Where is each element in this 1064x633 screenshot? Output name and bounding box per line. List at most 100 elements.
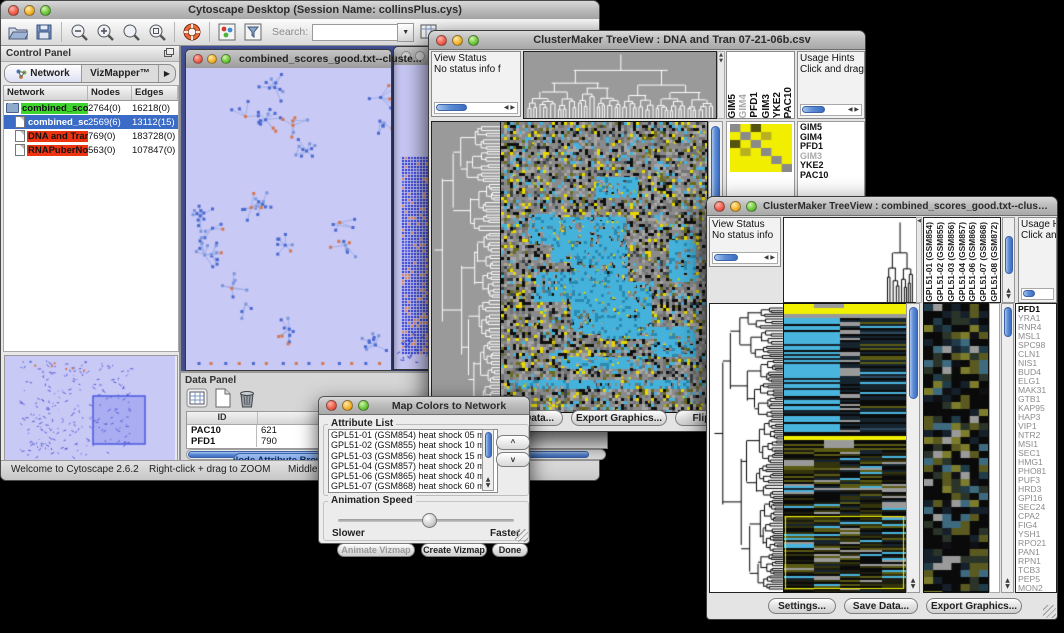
close-button[interactable] bbox=[326, 400, 337, 411]
overview-canvas[interactable] bbox=[5, 356, 175, 464]
tv2-titlebar[interactable]: ClusterMaker TreeView : combined_scores_… bbox=[707, 197, 1057, 216]
done-button[interactable]: Done bbox=[492, 543, 528, 557]
attribute-list-item[interactable]: GPL51-04 (GSM857) heat shock 20 min bbox=[329, 461, 497, 471]
network-row[interactable]: DNA and Tran 07769(0)183728(0) bbox=[4, 129, 178, 143]
help-lifering-icon[interactable] bbox=[180, 21, 204, 43]
network-canvas-1[interactable] bbox=[186, 68, 391, 370]
tv2-save-data-button[interactable]: Save Data... bbox=[844, 598, 918, 614]
tv1-summary-heatmap[interactable] bbox=[730, 124, 792, 172]
scrollbar-thumb[interactable] bbox=[436, 104, 467, 111]
tv2-export-graphics-button[interactable]: Export Graphics... bbox=[926, 598, 1022, 614]
resize-grip[interactable] bbox=[1043, 605, 1056, 618]
tv2-row-dendrogram[interactable] bbox=[709, 303, 785, 593]
tab-overflow-arrow[interactable]: ▶ bbox=[159, 65, 175, 82]
scrollbar-thumb[interactable] bbox=[802, 106, 825, 113]
scrollbar-arrows-icon[interactable]: ▲▼ bbox=[483, 477, 493, 489]
scrollbar-arrows-icon[interactable]: ▲▼ bbox=[1002, 578, 1013, 590]
tv2-heatmap-vscrollbar[interactable]: ▲▼ bbox=[906, 303, 920, 593]
minimize-button[interactable] bbox=[207, 54, 217, 64]
scrollbar-thumb[interactable] bbox=[485, 432, 492, 458]
attribute-list[interactable]: GPL51-01 (GSM854) heat shock 05 minGPL51… bbox=[328, 429, 498, 493]
open-session-icon[interactable] bbox=[6, 21, 30, 43]
network-row[interactable]: RNAPuberNov2+563(0)107847(0) bbox=[4, 143, 178, 157]
close-button[interactable] bbox=[193, 54, 203, 64]
scrollbar-arrows-icon[interactable]: ▲▼ bbox=[907, 578, 919, 590]
search-input[interactable] bbox=[312, 24, 397, 41]
tab-network[interactable]: Network bbox=[5, 65, 82, 82]
minimize-button[interactable] bbox=[342, 400, 353, 411]
select-attributes-icon[interactable] bbox=[186, 388, 208, 413]
col-network[interactable]: Network bbox=[4, 86, 88, 100]
col-id[interactable]: ID bbox=[187, 412, 258, 424]
col-edges[interactable]: Edges bbox=[132, 86, 178, 100]
filter-icon[interactable] bbox=[241, 21, 265, 43]
slider-thumb[interactable] bbox=[422, 513, 437, 528]
float-panel-icon[interactable] bbox=[164, 48, 174, 60]
attribute-list-item[interactable]: GPL51-06 (GSM865) heat shock 40 min bbox=[329, 471, 497, 481]
tv1-splitter[interactable]: ▲▼ bbox=[717, 51, 725, 119]
tv1-export-graphics-button[interactable]: Export Graphics... bbox=[571, 410, 667, 426]
tv2-settings-button[interactable]: Settings... bbox=[768, 598, 836, 614]
tv1-row-dendrogram[interactable] bbox=[431, 121, 501, 413]
tv2-genes-vscrollbar[interactable]: ▲▼ bbox=[1001, 303, 1014, 593]
delete-attribute-icon[interactable] bbox=[238, 388, 256, 413]
attribute-list-item[interactable]: GPL51-01 (GSM854) heat shock 05 min bbox=[329, 430, 497, 440]
tv2-column-dendrogram[interactable] bbox=[783, 217, 917, 303]
tv1-column-dendrogram[interactable] bbox=[523, 51, 717, 119]
network-view-window-1[interactable]: combined_scores_good.txt--cluste... bbox=[185, 49, 392, 371]
move-down-button[interactable]: v bbox=[496, 452, 530, 467]
view-status-scrollbar[interactable]: ◀ ▶ bbox=[712, 252, 778, 264]
create-vizmap-button[interactable]: Create Vizmap bbox=[421, 543, 487, 557]
scrollbar-thumb[interactable] bbox=[1005, 236, 1013, 274]
main-titlebar[interactable]: Cytoscape Desktop (Session Name: collins… bbox=[1, 1, 599, 20]
tv2-collabels-vscrollbar[interactable]: ▲▼ bbox=[1002, 217, 1015, 303]
view-status-scrollbar[interactable]: ◀ ▶ bbox=[434, 102, 518, 114]
zoom-out-icon[interactable] bbox=[67, 21, 91, 43]
scrollbar-arrows-icon[interactable]: ◀ ▶ bbox=[764, 255, 775, 261]
new-attribute-icon[interactable] bbox=[214, 388, 232, 413]
tv2-summary-heatmap[interactable] bbox=[923, 303, 989, 593]
network-row[interactable]: combined_scores2764(0)16218(0) bbox=[4, 101, 178, 115]
zoom-button[interactable] bbox=[468, 35, 479, 46]
scrollbar-arrows-icon[interactable]: ◀ ▶ bbox=[848, 107, 859, 113]
scrollbar-thumb[interactable] bbox=[1004, 307, 1012, 337]
tv1-titlebar[interactable]: ClusterMaker TreeView : DNA and Tran 07-… bbox=[429, 31, 865, 50]
scrollbar-arrows-icon[interactable]: ◀ ▶ bbox=[504, 105, 515, 111]
tv2-splitter[interactable]: ◀ bbox=[916, 217, 922, 303]
dialog-titlebar[interactable]: Map Colors to Network bbox=[319, 397, 529, 415]
scrollbar-thumb[interactable] bbox=[909, 307, 918, 399]
scrollbar-thumb[interactable] bbox=[1023, 290, 1035, 297]
zoom-button[interactable] bbox=[221, 54, 231, 64]
zoom-selected-icon[interactable] bbox=[119, 21, 143, 43]
close-button[interactable] bbox=[436, 35, 447, 46]
tv2-heatmap[interactable] bbox=[783, 303, 907, 593]
minimize-button[interactable] bbox=[730, 201, 741, 212]
close-button[interactable] bbox=[8, 5, 19, 16]
attribute-list-item[interactable]: GPL51-02 (GSM855) heat shock 10 min bbox=[329, 440, 497, 450]
col-nodes[interactable]: Nodes bbox=[88, 86, 132, 100]
attribute-list-item[interactable]: GPL51-03 (GSM856) heat shock 15 min bbox=[329, 451, 497, 461]
minimize-button[interactable] bbox=[452, 35, 463, 46]
zoom-button[interactable] bbox=[746, 201, 757, 212]
animate-vizmap-button[interactable]: Animate Vizmap bbox=[337, 543, 415, 557]
close-button[interactable] bbox=[714, 201, 725, 212]
usage-hints-scrollbar[interactable] bbox=[1021, 288, 1054, 300]
move-up-button[interactable]: ^ bbox=[496, 435, 530, 450]
vizmapper-icon[interactable] bbox=[215, 21, 239, 43]
search-dropdown-icon[interactable]: ▼ bbox=[397, 23, 414, 42]
zoom-in-icon[interactable] bbox=[93, 21, 117, 43]
usage-hints-scrollbar[interactable]: ◀ ▶ bbox=[800, 104, 862, 116]
scrollbar-arrows-icon[interactable]: ▲▼ bbox=[1003, 288, 1014, 300]
attribute-list-item[interactable]: GPL51-07 (GSM868) heat shock 60 min bbox=[329, 481, 497, 491]
zoom-button[interactable] bbox=[40, 5, 51, 16]
zoom-fit-icon[interactable] bbox=[145, 21, 169, 43]
tv1-heatmap[interactable] bbox=[500, 121, 708, 413]
zoom-button[interactable] bbox=[358, 400, 369, 411]
save-session-icon[interactable] bbox=[32, 21, 56, 43]
attribute-list-scrollbar[interactable]: ▲▼ bbox=[482, 429, 494, 491]
network-row[interactable]: combined_sco2569(6)13112(15) bbox=[4, 115, 178, 129]
tab-vizmapper[interactable]: VizMapper™ bbox=[82, 65, 159, 82]
minimize-button[interactable] bbox=[24, 5, 35, 16]
scrollbar-thumb[interactable] bbox=[714, 254, 738, 261]
resize-grip[interactable] bbox=[515, 529, 528, 542]
